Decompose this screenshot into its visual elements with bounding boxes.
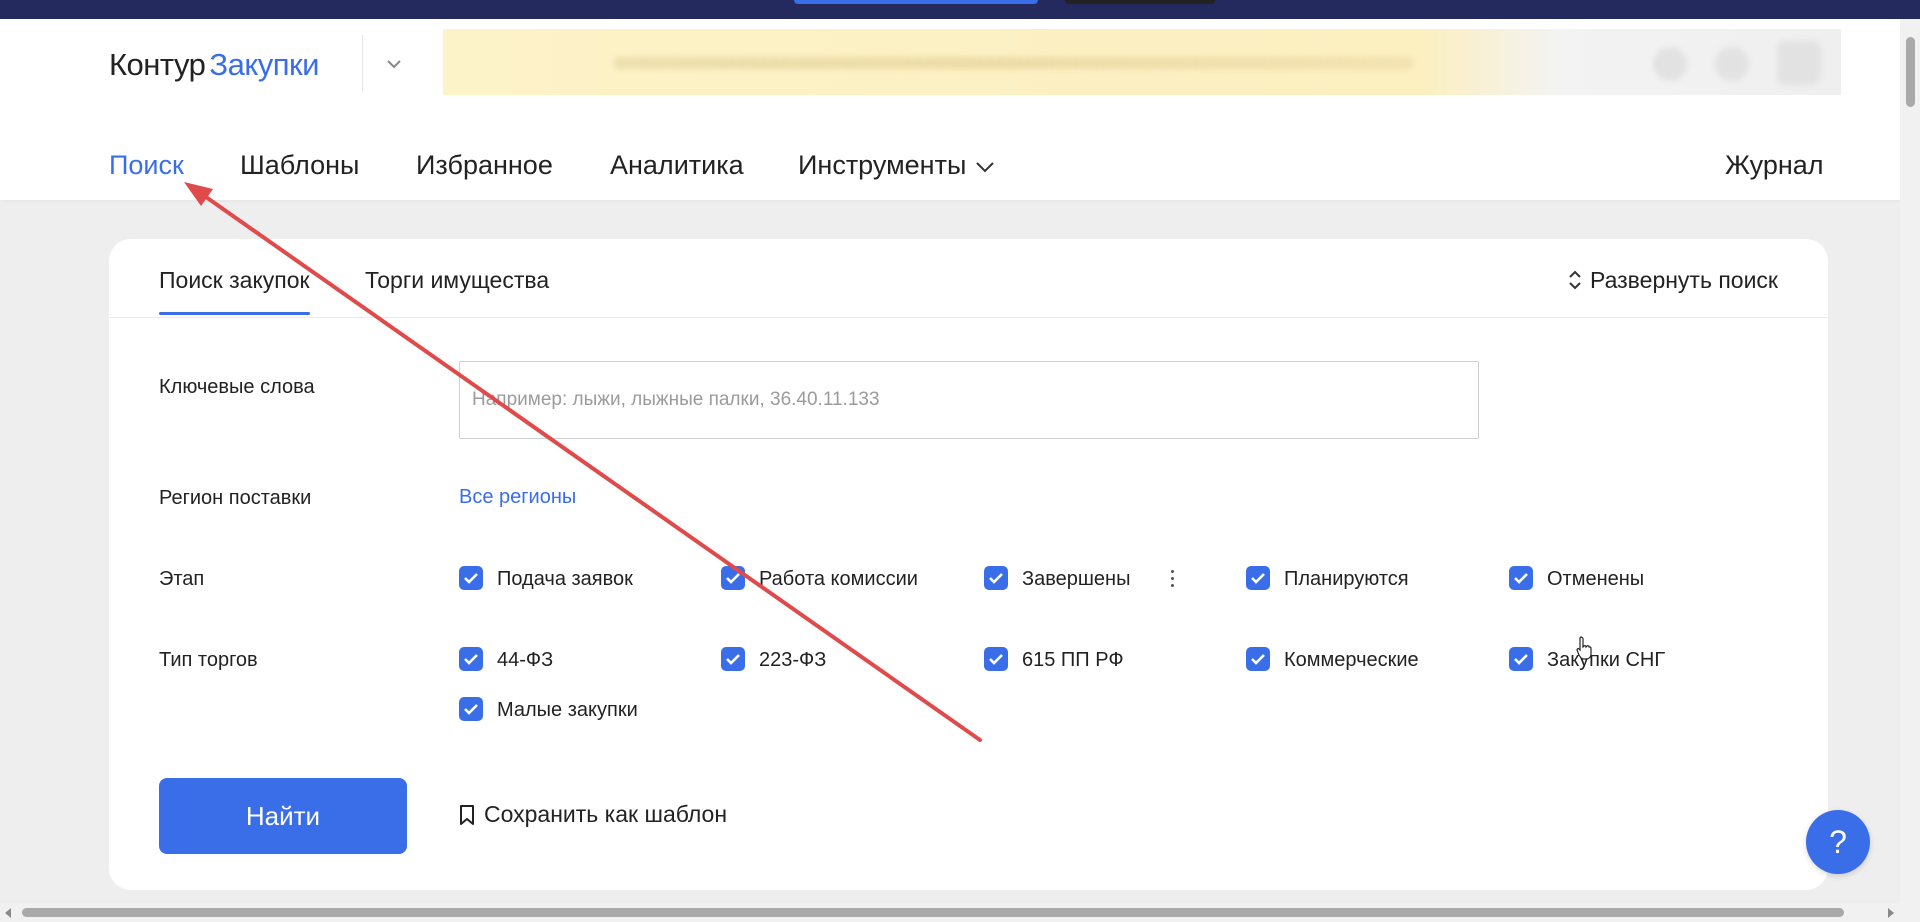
banner-blurred-icon <box>1715 47 1749 81</box>
save-template-button[interactable]: Сохранить как шаблон <box>458 801 727 828</box>
region-label: Регион поставки <box>159 487 312 509</box>
search-tabs: Поиск закупок Торги имущества Развернуть… <box>109 239 1828 318</box>
nav-tools[interactable]: Инструменты <box>798 150 996 181</box>
checkbox-label: Закупки СНГ <box>1547 649 1666 671</box>
banner-blurred-icon <box>1777 41 1821 85</box>
logo-product: Закупки <box>209 47 319 82</box>
region-select-link[interactable]: Все регионы <box>459 486 576 509</box>
nav-analytics[interactable]: Аналитика <box>610 150 744 181</box>
checkbox-label: 44-ФЗ <box>497 649 554 671</box>
checkbox-checked-icon <box>721 647 745 671</box>
logo[interactable]: Контур Закупки <box>109 47 319 83</box>
expand-search-button[interactable]: Развернуть поиск <box>1568 267 1778 294</box>
checkbox-checked-icon <box>1509 647 1533 671</box>
checkbox-stage-cancelled[interactable]: Отменены <box>1509 566 1644 591</box>
nav-favorites[interactable]: Избранное <box>416 150 553 181</box>
checkbox-stage-planned[interactable]: Планируются <box>1246 566 1409 591</box>
nav-tools-label: Инструменты <box>798 150 967 180</box>
checkbox-checked-icon <box>721 566 745 590</box>
main-nav: Поиск Шаблоны Избранное Аналитика Инстру… <box>0 128 1900 181</box>
checkbox-type-small[interactable]: Малые закупки <box>459 697 638 722</box>
expand-search-label: Развернуть поиск <box>1590 267 1778 293</box>
nav-templates[interactable]: Шаблоны <box>240 150 359 181</box>
browser-top-bar <box>0 0 1920 19</box>
checkbox-label: Отменены <box>1547 568 1645 590</box>
mouse-cursor-icon <box>1576 636 1592 660</box>
chevron-down-icon <box>976 162 995 173</box>
checkbox-checked-icon <box>459 697 483 721</box>
banner-blurred-icon <box>1653 47 1687 81</box>
checkbox-label: Планируются <box>1284 568 1409 590</box>
search-card: Поиск закупок Торги имущества Развернуть… <box>109 239 1828 890</box>
top-bar-pill <box>794 0 1038 4</box>
scroll-right-icon[interactable] <box>1888 908 1894 918</box>
checkbox-type-commercial[interactable]: Коммерческие <box>1246 647 1419 672</box>
checkbox-checked-icon <box>459 566 483 590</box>
scrollbar-thumb[interactable] <box>1906 37 1915 107</box>
stage-label: Этап <box>159 568 205 590</box>
help-button[interactable]: ? <box>1806 810 1870 874</box>
scroll-left-icon[interactable] <box>5 908 11 918</box>
chevron-down-icon[interactable] <box>385 55 403 73</box>
scrollbar-thumb[interactable] <box>22 908 1844 917</box>
site-header: Контур Закупки Поиск Шаблоны Избранное Ан… <box>0 19 1900 200</box>
kebab-menu-icon[interactable] <box>1169 570 1175 590</box>
checkbox-label: Малые закупки <box>497 699 638 721</box>
checkbox-type-223fz[interactable]: 223-ФЗ <box>721 647 826 672</box>
checkbox-label: Работа комиссии <box>759 568 918 590</box>
logo-brand: Контур <box>109 47 206 82</box>
checkbox-label: Коммерческие <box>1284 649 1419 671</box>
checkbox-checked-icon <box>1246 566 1270 590</box>
top-bar-pill <box>1065 0 1215 4</box>
trade-type-label: Тип торгов <box>159 649 258 671</box>
sort-updown-icon <box>1569 270 1581 290</box>
checkbox-checked-icon <box>459 647 483 671</box>
save-template-label: Сохранить как шаблон <box>484 801 728 827</box>
promo-banner[interactable] <box>443 29 1841 95</box>
vertical-scrollbar[interactable] <box>1900 19 1920 903</box>
checkbox-label: Подача заявок <box>497 568 633 590</box>
checkbox-checked-icon <box>1246 647 1270 671</box>
nav-journal[interactable]: Журнал <box>1725 150 1824 181</box>
checkbox-type-615pp[interactable]: 615 ПП РФ <box>984 647 1124 672</box>
find-button[interactable]: Найти <box>159 778 407 854</box>
checkbox-checked-icon <box>1509 566 1533 590</box>
nav-search[interactable]: Поиск <box>109 150 184 181</box>
checkbox-label: 223-ФЗ <box>759 649 827 671</box>
keywords-label: Ключевые слова <box>159 376 315 398</box>
checkbox-type-44fz[interactable]: 44-ФЗ <box>459 647 553 672</box>
tab-property-auctions[interactable]: Торги имущества <box>365 267 549 294</box>
checkbox-label: 615 ПП РФ <box>1022 649 1124 671</box>
tab-procurement-search[interactable]: Поиск закупок <box>159 267 310 315</box>
bookmark-icon <box>460 805 474 825</box>
divider <box>362 35 363 91</box>
keywords-input[interactable] <box>459 361 1479 439</box>
checkbox-label: Завершены <box>1022 568 1131 590</box>
checkbox-checked-icon <box>984 647 1008 671</box>
checkbox-stage-completed[interactable]: Завершены <box>984 566 1130 591</box>
horizontal-scrollbar[interactable] <box>0 903 1920 922</box>
checkbox-stage-applications[interactable]: Подача заявок <box>459 566 633 591</box>
banner-blurred-text <box>613 57 1413 69</box>
checkbox-checked-icon <box>984 566 1008 590</box>
checkbox-stage-commission[interactable]: Работа комиссии <box>721 566 918 591</box>
